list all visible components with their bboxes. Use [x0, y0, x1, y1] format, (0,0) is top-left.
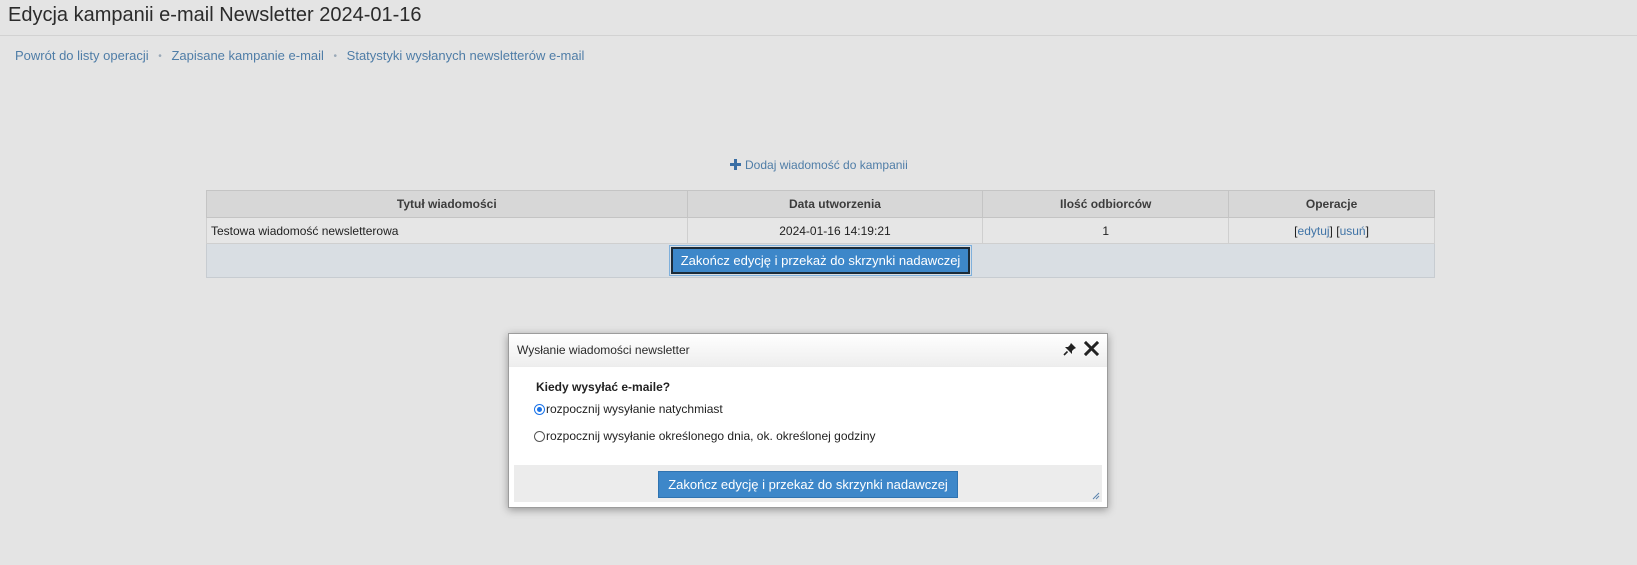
option-send-scheduled-label: rozpocznij wysyłanie określonego dnia, o…	[546, 429, 876, 443]
radio-send-scheduled[interactable]	[534, 430, 545, 442]
breadcrumb-back-to-operations[interactable]: Powrót do listy operacji	[15, 48, 149, 63]
table-row: Testowa wiadomość newsletterowa 2024-01-…	[206, 217, 1435, 244]
pin-icon[interactable]	[1063, 342, 1077, 356]
delete-link[interactable]: usuń	[1340, 224, 1366, 238]
plus-icon	[730, 159, 741, 170]
cell-recipients: 1	[982, 217, 1230, 244]
cell-created-date: 2024-01-16 14:19:21	[686, 217, 984, 244]
breadcrumb: Powrót do listy operacji • Zapisane kamp…	[15, 48, 584, 63]
cell-message-title: Testowa wiadomość newsletterowa	[206, 217, 688, 244]
dialog-title: Wysłanie wiadomości newsletter	[517, 343, 690, 357]
close-icon[interactable]	[1084, 341, 1099, 356]
page-title: Edycja kampanii e-mail Newsletter 2024-0…	[8, 4, 422, 26]
table-footer-cell: Zakończ edycję i przekaż do skrzynki nad…	[206, 243, 1435, 278]
dialog-finish-button[interactable]: Zakończ edycję i przekaż do skrzynki nad…	[658, 471, 958, 498]
option-send-scheduled[interactable]: rozpocznij wysyłanie określonego dnia, o…	[534, 429, 876, 443]
send-newsletter-dialog: Wysłanie wiadomości newsletter Kiedy wys…	[508, 333, 1108, 508]
column-header-recipients[interactable]: Ilość odbiorców	[982, 190, 1230, 218]
column-header-operations: Operacje	[1228, 190, 1435, 218]
column-header-title[interactable]: Tytuł wiadomości	[206, 190, 688, 218]
messages-table: Tytuł wiadomości Data utworzenia Ilość o…	[206, 190, 1435, 278]
edit-link[interactable]: edytuj	[1298, 224, 1330, 238]
column-header-created[interactable]: Data utworzenia	[686, 190, 984, 218]
radio-send-now[interactable]	[534, 403, 545, 415]
title-divider	[0, 35, 1637, 36]
send-time-question: Kiedy wysyłać e-maile?	[536, 380, 671, 394]
option-send-now-label: rozpocznij wysyłanie natychmiast	[546, 402, 723, 416]
option-send-now[interactable]: rozpocznij wysyłanie natychmiast	[534, 402, 723, 416]
breadcrumb-separator: •	[333, 51, 338, 62]
dialog-header[interactable]: Wysłanie wiadomości newsletter	[509, 334, 1107, 367]
finish-editing-button[interactable]: Zakończ edycję i przekaż do skrzynki nad…	[668, 245, 973, 276]
cell-operations: [edytuj] [usuń]	[1228, 217, 1435, 244]
breadcrumb-newsletter-stats[interactable]: Statystyki wysłanych newsletterów e-mail	[347, 48, 585, 63]
breadcrumb-separator: •	[158, 51, 162, 62]
add-message-label: Dodaj wiadomość do kampanii	[745, 158, 908, 172]
table-footer-row: Zakończ edycję i przekaż do skrzynki nad…	[206, 243, 1435, 278]
breadcrumb-saved-campaigns[interactable]: Zapisane kampanie e-mail	[171, 48, 323, 63]
table-header-row: Tytuł wiadomości Data utworzenia Ilość o…	[206, 190, 1435, 218]
add-message-link[interactable]: Dodaj wiadomość do kampanii	[730, 158, 908, 172]
dialog-footer: Zakończ edycję i przekaż do skrzynki nad…	[514, 465, 1102, 502]
resize-handle-icon[interactable]	[1092, 492, 1100, 500]
